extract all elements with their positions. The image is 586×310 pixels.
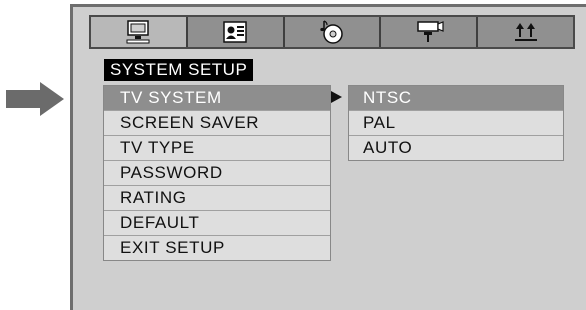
option-auto[interactable]: AUTO [349, 136, 563, 160]
pointer-arrow-icon [6, 82, 64, 116]
menu-item-rating[interactable]: RATING [104, 186, 330, 211]
setup-menu: TV SYSTEM SCREEN SAVER TV TYPE PASSWORD … [103, 85, 331, 261]
menu-item-default[interactable]: DEFAULT [104, 211, 330, 236]
menu-item-exit-setup[interactable]: EXIT SETUP [104, 236, 330, 260]
selection-cursor-icon [331, 91, 342, 103]
audio-disc-icon [320, 20, 343, 44]
tab-audio[interactable] [284, 17, 382, 47]
tab-system[interactable] [91, 17, 188, 47]
menu-item-password[interactable]: PASSWORD [104, 161, 330, 186]
video-camera-icon [417, 21, 444, 42]
tv-system-submenu: NTSC PAL AUTO [348, 85, 564, 161]
setup-screen: SYSTEM SETUP TV SYSTEM SCREEN SAVER TV T… [70, 4, 586, 310]
id-card-icon [223, 21, 247, 43]
option-pal[interactable]: PAL [349, 111, 563, 136]
option-ntsc[interactable]: NTSC [349, 86, 563, 111]
preferences-arrows-icon [514, 23, 537, 41]
menu-item-tv-system[interactable]: TV SYSTEM [104, 86, 330, 111]
tab-preferences[interactable] [478, 17, 573, 47]
tab-language[interactable] [187, 17, 285, 47]
section-title: SYSTEM SETUP [104, 59, 254, 81]
monitor-icon [126, 20, 150, 44]
tab-video[interactable] [381, 17, 479, 47]
menu-item-tv-type[interactable]: TV TYPE [104, 136, 330, 161]
menu-item-screen-saver[interactable]: SCREEN SAVER [104, 111, 330, 136]
setup-tab-bar [89, 15, 575, 49]
